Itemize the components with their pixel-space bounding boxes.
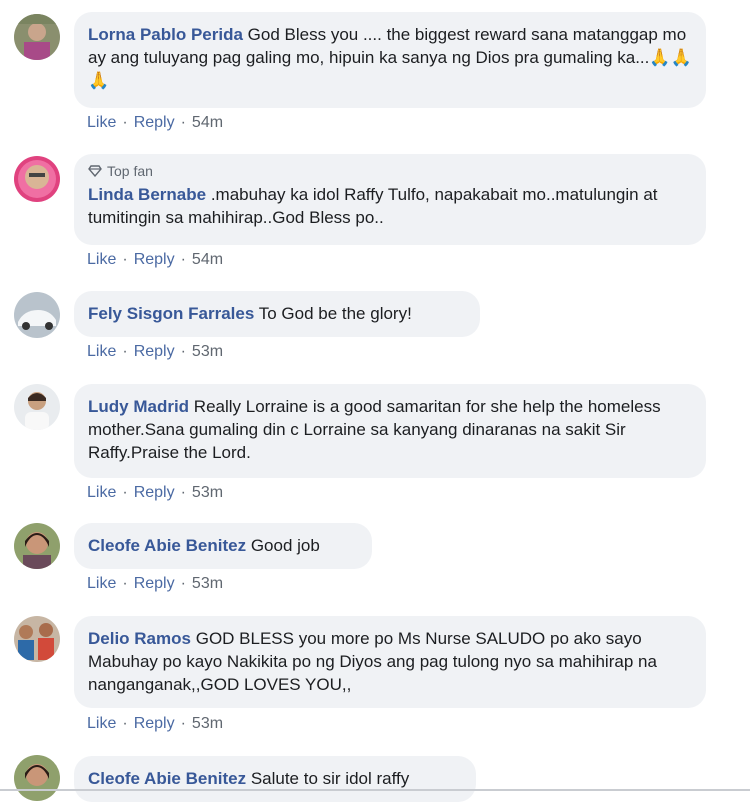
comment-actions: Like · Reply · 53m: [87, 575, 223, 593]
avatar-photo: [14, 616, 60, 662]
avatar-photo: [14, 523, 60, 569]
avatar[interactable]: [14, 156, 60, 202]
separator-dot: ·: [180, 484, 186, 501]
comment-author[interactable]: Linda Bernabe: [88, 185, 206, 204]
comment-bubble: Lorna Pablo Perida God Bless you .... th…: [74, 12, 706, 108]
avatar[interactable]: [14, 384, 60, 430]
like-button[interactable]: Like: [87, 114, 116, 132]
comment-actions: Like · Reply · 53m: [87, 715, 223, 733]
avatar-photo: [14, 14, 60, 60]
reply-button[interactable]: Reply: [134, 114, 175, 132]
comment-bubble: Fely Sisgon Farrales To God be the glory…: [74, 291, 480, 337]
comment-actions: Like · Reply · 53m: [87, 343, 223, 361]
diamond-icon: [88, 165, 102, 177]
comment-bubble: Cleofe Abie Benitez Good job: [74, 523, 372, 569]
comment-timestamp[interactable]: 53m: [192, 484, 223, 502]
separator-dot: ·: [180, 575, 186, 592]
separator-dot: ·: [122, 251, 128, 268]
comment-author[interactable]: Lorna Pablo Perida: [88, 25, 243, 44]
comment-author[interactable]: Ludy Madrid: [88, 397, 189, 416]
comment-actions: Like · Reply · 54m: [87, 251, 223, 269]
like-button[interactable]: Like: [87, 484, 116, 502]
comment-timestamp[interactable]: 53m: [192, 715, 223, 733]
top-fan-label: Top fan: [107, 163, 153, 179]
comment-bubble: Ludy Madrid Really Lorraine is a good sa…: [74, 384, 706, 478]
like-button[interactable]: Like: [87, 251, 116, 269]
comment-actions: Like · Reply · 53m: [87, 484, 223, 502]
avatar-photo: [14, 292, 60, 338]
separator-dot: ·: [122, 715, 128, 732]
separator-dot: ·: [180, 343, 186, 360]
separator-dot: ·: [180, 251, 186, 268]
comment-actions: Like · Reply · 54m: [87, 114, 223, 132]
comment-text: To God be the glory!: [258, 304, 412, 323]
avatar[interactable]: [14, 523, 60, 569]
comment-author[interactable]: Fely Sisgon Farrales: [88, 304, 254, 323]
separator-dot: ·: [122, 343, 128, 360]
avatar[interactable]: [14, 616, 60, 662]
comment-bubble: Cleofe Abie Benitez Salute to sir idol r…: [74, 756, 476, 802]
comment-bubble: Top fan Linda Bernabe .mabuhay ka idol R…: [74, 154, 706, 245]
like-button[interactable]: Like: [87, 343, 116, 361]
separator-dot: ·: [180, 715, 186, 732]
comment-text: Salute to sir idol raffy: [250, 769, 410, 788]
separator-dot: ·: [122, 114, 128, 131]
comment-timestamp[interactable]: 54m: [192, 251, 223, 269]
avatar-photo: [14, 384, 60, 430]
comment-author[interactable]: Delio Ramos: [88, 629, 191, 648]
reply-button[interactable]: Reply: [134, 715, 175, 733]
reply-button[interactable]: Reply: [134, 484, 175, 502]
comment-bubble: Delio Ramos GOD BLESS you more po Ms Nur…: [74, 616, 706, 708]
like-button[interactable]: Like: [87, 575, 116, 593]
top-fan-badge: Top fan: [88, 162, 692, 180]
avatar[interactable]: [14, 14, 60, 60]
like-button[interactable]: Like: [87, 715, 116, 733]
avatar-photo: [14, 755, 60, 801]
divider: [0, 789, 750, 791]
avatar-photo: [14, 156, 60, 202]
comment-author[interactable]: Cleofe Abie Benitez: [88, 769, 246, 788]
comment-timestamp[interactable]: 53m: [192, 343, 223, 361]
comment-author[interactable]: Cleofe Abie Benitez: [88, 536, 246, 555]
comment-timestamp[interactable]: 54m: [192, 114, 223, 132]
reply-button[interactable]: Reply: [134, 343, 175, 361]
avatar[interactable]: [14, 292, 60, 338]
reply-button[interactable]: Reply: [134, 251, 175, 269]
avatar[interactable]: [14, 755, 60, 801]
reply-button[interactable]: Reply: [134, 575, 175, 593]
separator-dot: ·: [180, 114, 186, 131]
separator-dot: ·: [122, 484, 128, 501]
separator-dot: ·: [122, 575, 128, 592]
comment-text: Good job: [250, 536, 320, 555]
comment-timestamp[interactable]: 53m: [192, 575, 223, 593]
